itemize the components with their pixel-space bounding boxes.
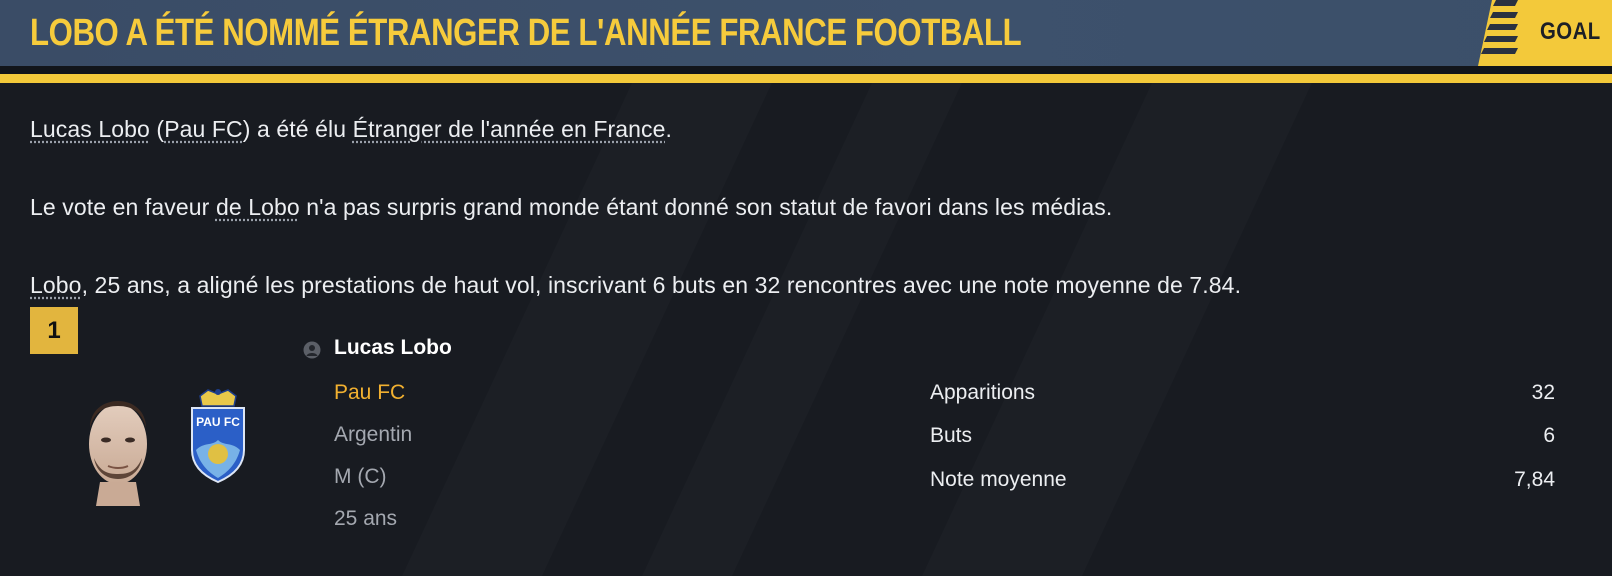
- player-link[interactable]: de Lobo: [216, 194, 300, 220]
- stat-label-appearances: Apparitions: [930, 381, 1036, 404]
- player-position: M (C): [334, 465, 387, 488]
- text-segment: (: [149, 116, 165, 142]
- news-header: LOBO A ÉTÉ NOMMÉ ÉTRANGER DE L'ANNÉE FRA…: [0, 0, 1612, 66]
- award-link[interactable]: Étranger de l'année en France: [353, 116, 666, 142]
- player-link[interactable]: Lobo: [30, 272, 82, 298]
- header-divider: [0, 66, 1612, 74]
- stat-label-average-rating: Note moyenne: [930, 468, 1067, 491]
- news-headline: LOBO A ÉTÉ NOMMÉ ÉTRANGER DE L'ANNÉE FRA…: [30, 12, 1022, 54]
- text-segment: Le vote en faveur: [30, 194, 216, 220]
- stat-value-average-rating: 7,84: [1514, 468, 1555, 491]
- player-name[interactable]: Lucas Lobo: [334, 336, 452, 360]
- text-segment: n'a pas surpris grand monde étant donné …: [299, 194, 1113, 220]
- player-club[interactable]: Pau FC: [334, 381, 405, 405]
- accent-bar: [0, 74, 1612, 83]
- stat-label-goals: Buts: [930, 424, 973, 447]
- article-background: [0, 83, 1612, 576]
- crest-text: PAU FC: [196, 415, 240, 429]
- article-paragraph-1: Lucas Lobo (Pau FC) a été élu Étranger d…: [30, 114, 672, 144]
- rank-badge: 1: [30, 307, 78, 354]
- text-segment: ) a été élu: [242, 116, 353, 142]
- person-icon: [303, 341, 321, 359]
- player-face[interactable]: [80, 386, 156, 506]
- article-paragraph-2: Le vote en faveur de Lobo n'a pas surpri…: [30, 192, 1112, 222]
- club-crest[interactable]: PAU FC: [188, 388, 248, 484]
- brand-stripes-icon: [1481, 0, 1518, 54]
- stat-value-goals: 6: [1543, 424, 1555, 447]
- player-age: 25 ans: [334, 507, 398, 530]
- text-segment: .: [665, 116, 673, 142]
- article-paragraph-3: Lobo, 25 ans, a aligné les prestations d…: [30, 270, 1241, 300]
- player-nationality: Argentin: [334, 423, 413, 446]
- player-link[interactable]: Lucas Lobo: [30, 116, 150, 142]
- club-link[interactable]: Pau FC: [164, 116, 243, 142]
- stat-value-appearances: 32: [1531, 381, 1555, 404]
- brand-label: GOAL: [1540, 18, 1601, 45]
- text-segment: , 25 ans, a aligné les prestations de ha…: [81, 272, 1242, 298]
